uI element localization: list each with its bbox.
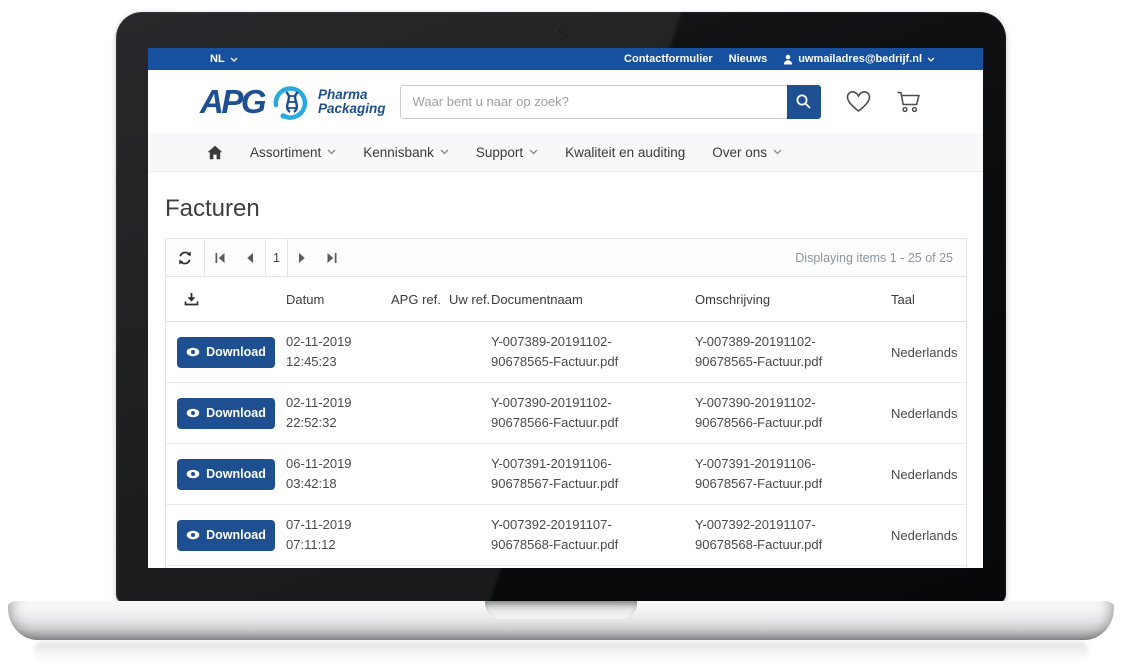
search-icon (795, 93, 812, 110)
chevron-down-icon (440, 149, 449, 155)
language-label: NL (210, 53, 225, 65)
column-header-omschrijving: Omschrijving (695, 292, 891, 307)
site-header: APG Pharma P (148, 70, 983, 133)
pager-last-button[interactable] (316, 239, 347, 276)
grid-header-row: Datum APG ref. Uw ref. Documentnaam Omsc… (166, 277, 966, 322)
home-icon (207, 145, 223, 160)
invoices-grid: 1 Displaying items 1 - 25 of 25 (165, 238, 967, 568)
search-input[interactable] (400, 85, 787, 119)
wishlist-button[interactable] (845, 89, 872, 114)
cell-documentnaam: Y-007391-20191106-90678567-Factuur.pdf (491, 454, 695, 494)
pager-current-page[interactable]: 1 (265, 239, 288, 276)
laptop-bezel: NL Contactformulier Nieuws uwmailadres@b… (116, 12, 1006, 604)
language-selector[interactable]: NL (210, 53, 238, 65)
cell-datum: 02-11-201912:45:23 (286, 332, 391, 372)
next-page-icon (297, 252, 307, 264)
prev-page-icon (245, 252, 255, 264)
table-row: Download 06-11-201903:42:18 Y-007391-201… (166, 444, 966, 505)
download-button[interactable]: Download (177, 398, 275, 429)
column-header-datum: Datum (286, 292, 391, 307)
search-button[interactable] (787, 85, 821, 119)
nav-item-assortiment[interactable]: Assortiment (250, 145, 336, 160)
nav-item-over-ons[interactable]: Over ons (712, 145, 782, 160)
refresh-button[interactable] (166, 239, 205, 276)
chevron-down-icon (327, 149, 336, 155)
account-email: uwmailadres@bedrijf.nl (798, 53, 922, 65)
chevron-down-icon (927, 57, 935, 62)
cell-documentnaam: Y-007389-20191102-90678565-Factuur.pdf (491, 332, 695, 372)
main-navigation: Assortiment Kennisbank Support Kwaliteit… (148, 133, 983, 172)
pager-status: Displaying items 1 - 25 of 25 (795, 251, 966, 265)
chevron-down-icon (230, 57, 238, 62)
cell-taal: Nederlands (891, 467, 968, 482)
download-button[interactable]: Download (177, 520, 275, 551)
cell-taal: Nederlands (891, 406, 968, 421)
nav-item-support[interactable]: Support (476, 145, 538, 160)
laptop-base-notch (485, 601, 637, 619)
eye-icon (186, 469, 200, 479)
page-title: Facturen (165, 195, 967, 223)
webcam-dot (558, 28, 564, 34)
cell-omschrijving: Y-007392-20191107-90678568-Factuur.pdf (695, 515, 891, 555)
contact-link[interactable]: Contactformulier (624, 53, 713, 65)
cell-documentnaam: Y-007390-20191102-90678566-Factuur.pdf (491, 393, 695, 433)
company-logo[interactable]: APG Pharma P (200, 83, 386, 121)
column-header-uw-ref: Uw ref. (449, 292, 491, 307)
dna-helix-icon (268, 83, 314, 121)
user-icon (783, 54, 793, 65)
last-page-icon (325, 252, 339, 264)
laptop-mockup: NL Contactformulier Nieuws uwmailadres@b… (0, 0, 1122, 669)
eye-icon (186, 530, 200, 540)
cart-button[interactable] (896, 89, 923, 114)
cell-datum: 06-11-201903:42:18 (286, 454, 391, 494)
table-row: Download 02-11-201912:45:23 Y-007389-201… (166, 322, 966, 383)
page-content: Facturen (148, 195, 983, 568)
cell-omschrijving: Y-007391-20191106-90678567-Factuur.pdf (695, 454, 891, 494)
table-row: Download 02-11-201922:52:32 Y-007390-201… (166, 383, 966, 444)
heart-icon (845, 89, 872, 114)
table-row: Download 07-11-201907:11:12 Y-007392-201… (166, 505, 966, 566)
nav-home[interactable] (207, 145, 223, 160)
cell-datum: 07-11-201907:11:12 (286, 515, 391, 555)
cell-omschrijving: Y-007389-20191102-90678565-Factuur.pdf (695, 332, 891, 372)
account-menu[interactable]: uwmailadres@bedrijf.nl (783, 53, 935, 65)
pager-first-button[interactable] (205, 239, 235, 276)
laptop-reflection (34, 642, 1088, 664)
logo-tagline: Pharma Packaging (318, 88, 386, 116)
grid-pager: 1 Displaying items 1 - 25 of 25 (166, 239, 966, 277)
download-button[interactable]: Download (177, 459, 275, 490)
column-header-apg-ref: APG ref. (391, 292, 449, 307)
topbar-links: Contactformulier Nieuws uwmailadres@bedr… (624, 53, 935, 65)
column-header-taal: Taal (891, 292, 968, 307)
eye-icon (186, 347, 200, 357)
cell-taal: Nederlands (891, 345, 968, 360)
refresh-icon (177, 250, 193, 266)
cell-datum: 02-11-201922:52:32 (286, 393, 391, 433)
download-button[interactable]: Download (177, 337, 275, 368)
pager-prev-button[interactable] (235, 239, 265, 276)
pager-next-button[interactable] (288, 239, 316, 276)
column-header-documentnaam: Documentnaam (491, 292, 695, 307)
first-page-icon (213, 252, 227, 264)
search-bar (400, 85, 821, 119)
cart-icon (896, 89, 923, 114)
cell-documentnaam: Y-007392-20191107-90678568-Factuur.pdf (491, 515, 695, 555)
cell-omschrijving: Y-007390-20191102-90678566-Factuur.pdf (695, 393, 891, 433)
browser-viewport: NL Contactformulier Nieuws uwmailadres@b… (148, 48, 983, 568)
nav-item-kennisbank[interactable]: Kennisbank (363, 145, 449, 160)
nav-item-kwaliteit[interactable]: Kwaliteit en auditing (565, 145, 685, 160)
download-column-icon (184, 292, 199, 306)
cell-taal: Nederlands (891, 528, 968, 543)
chevron-down-icon (529, 149, 538, 155)
eye-icon (186, 408, 200, 418)
top-utility-bar: NL Contactformulier Nieuws uwmailadres@b… (148, 48, 983, 70)
logo-wordmark: APG (200, 85, 264, 118)
news-link[interactable]: Nieuws (729, 53, 768, 65)
chevron-down-icon (773, 149, 782, 155)
